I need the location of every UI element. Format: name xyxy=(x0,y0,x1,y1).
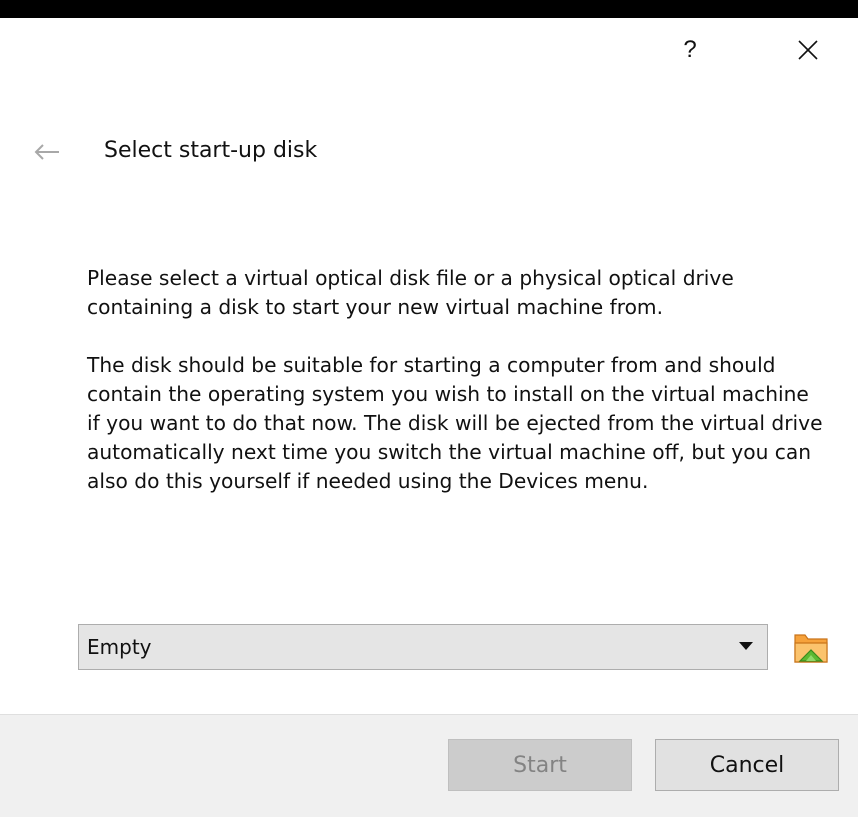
dropdown-arrow-icon xyxy=(739,642,753,650)
wizard-header: Select start-up disk xyxy=(0,126,858,182)
description: Please select a virtual optical disk fil… xyxy=(87,264,827,525)
start-button[interactable]: Start xyxy=(448,739,632,791)
question-mark-icon: ? xyxy=(683,36,697,63)
folder-open-icon xyxy=(794,634,828,663)
description-paragraph-2: The disk should be suitable for starting… xyxy=(87,353,823,493)
disk-select-value: Empty xyxy=(87,635,152,659)
close-button[interactable] xyxy=(785,30,831,70)
close-icon xyxy=(798,40,818,60)
button-bar: Start Cancel xyxy=(0,714,858,817)
description-paragraph-1: Please select a virtual optical disk fil… xyxy=(87,266,734,319)
back-arrow-icon xyxy=(34,144,59,160)
page-title: Select start-up disk xyxy=(104,138,318,163)
wizard-dialog: ? Select start-up disk Please select a v… xyxy=(0,18,858,817)
help-button[interactable]: ? xyxy=(667,30,713,70)
disk-select-dropdown[interactable]: Empty xyxy=(78,624,768,670)
browse-disk-button[interactable] xyxy=(790,626,832,668)
title-bar: ? xyxy=(0,18,858,84)
cancel-button[interactable]: Cancel xyxy=(655,739,839,791)
back-button[interactable] xyxy=(22,132,72,172)
